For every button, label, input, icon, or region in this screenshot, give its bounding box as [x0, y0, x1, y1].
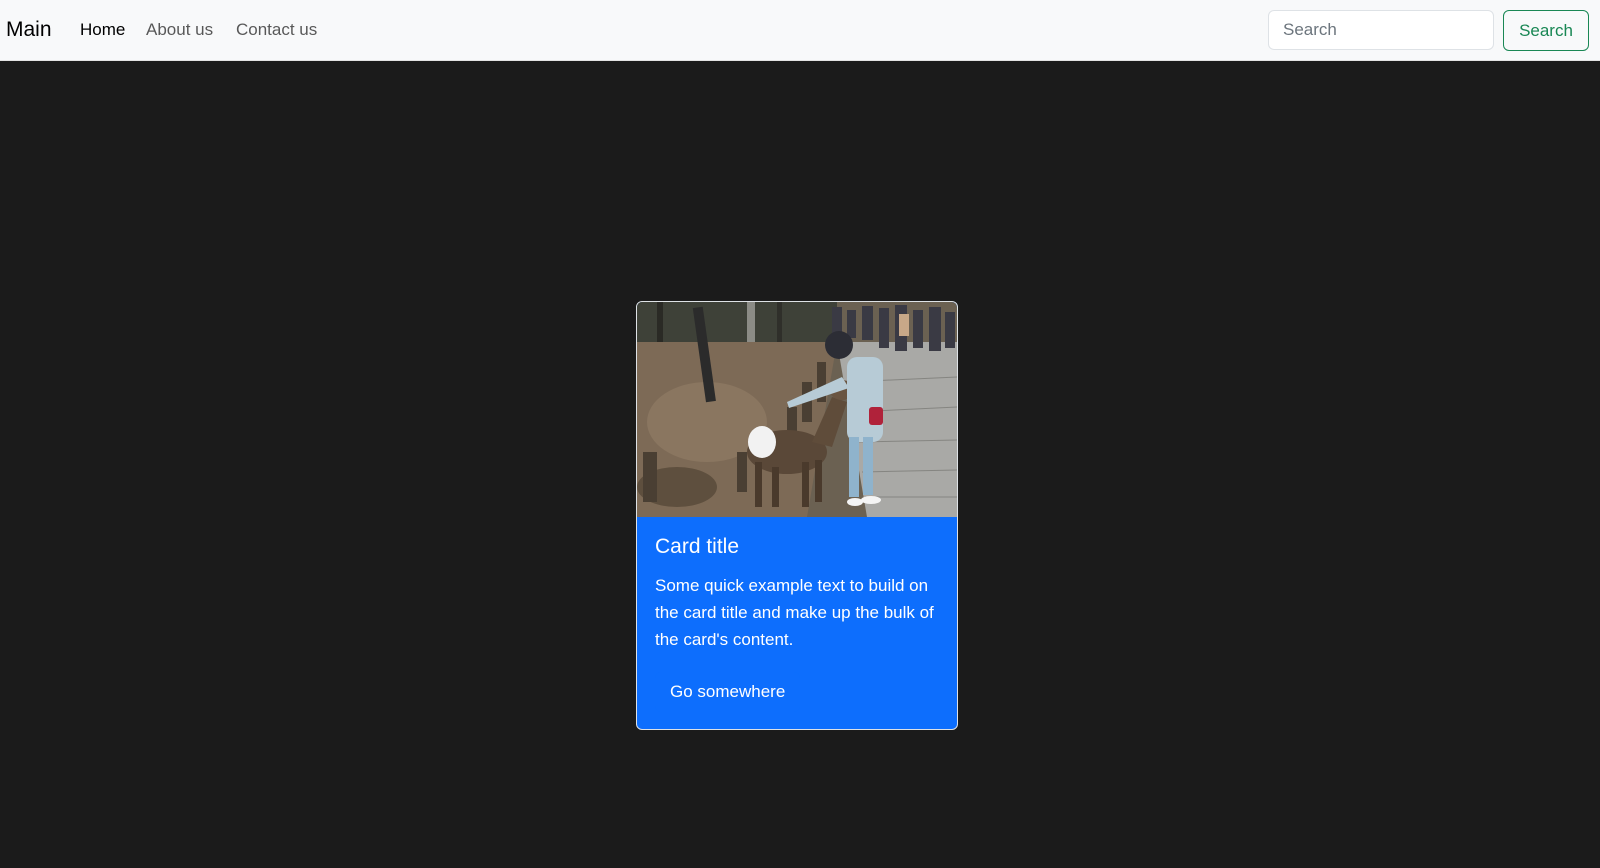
search-button[interactable]: Search [1503, 10, 1589, 51]
nav-link-contact-us[interactable]: Contact us [236, 19, 317, 41]
brand-link[interactable]: Main [6, 17, 52, 43]
card: Card title Some quick example text to bu… [636, 301, 958, 730]
nav-link-about-us[interactable]: About us [146, 19, 213, 41]
top-navbar: Main Home About us Contact us Search [0, 0, 1600, 61]
card-text: Some quick example text to build on the … [655, 576, 934, 649]
go-somewhere-button[interactable]: Go somewhere [655, 672, 801, 712]
nav-link-home[interactable]: Home [80, 19, 125, 41]
card-title: Card title [655, 535, 740, 558]
search-input[interactable] [1268, 10, 1494, 50]
card-image [637, 302, 957, 517]
